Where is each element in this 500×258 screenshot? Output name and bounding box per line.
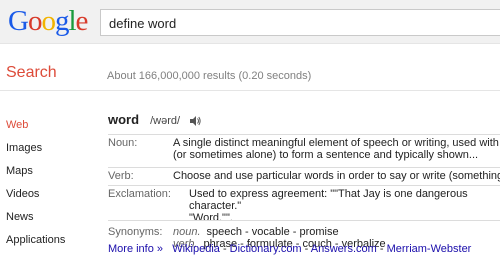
header: Google define word — [0, 0, 500, 44]
exclamation-line-1: Used to express agreement: ""That Jay is… — [189, 188, 468, 212]
search-input[interactable]: define word — [100, 9, 500, 36]
speaker-icon[interactable] — [190, 116, 201, 129]
exclamation-label: Exclamation: — [108, 188, 171, 200]
noun-line-1: A single distinct meaningful element of … — [173, 137, 500, 149]
google-logo[interactable]: Google — [8, 4, 88, 38]
source-links: More info » Wikipedia - Dictionary.com -… — [108, 243, 471, 255]
noun-label: Noun: — [108, 137, 138, 149]
results-count: About 166,000,000 results (0.20 seconds) — [107, 70, 312, 82]
nav-web[interactable]: Web — [6, 119, 65, 142]
synonyms-noun-list: speech - vocable - promise — [206, 226, 339, 238]
wikipedia-link[interactable]: Wikipedia — [172, 243, 220, 255]
verb-row: Verb: Choose and use particular words in… — [108, 167, 500, 185]
nav-applications[interactable]: Applications — [6, 234, 65, 257]
nav-news[interactable]: News — [6, 211, 65, 234]
left-nav: Web Images Maps Videos News Applications — [6, 119, 65, 257]
verb-label: Verb: — [108, 170, 134, 182]
synonyms-label: Synonyms: — [108, 226, 163, 238]
link-separator: - — [301, 243, 311, 255]
more-info-link[interactable]: More info » — [108, 243, 163, 255]
link-separator: - — [376, 243, 387, 255]
exclamation-definition: Used to express agreement: ""That Jay is… — [189, 186, 500, 224]
noun-row: Noun: A single distinct meaningful eleme… — [108, 134, 500, 167]
exclamation-row: Exclamation: Used to express agreement: … — [108, 185, 500, 224]
merriam-webster-link[interactable]: Merriam-Webster — [387, 243, 472, 255]
verb-definition: Choose and use particular words in order… — [173, 170, 500, 182]
synonyms-noun: noun. speech - vocable - promise — [173, 226, 500, 238]
nav-videos[interactable]: Videos — [6, 188, 65, 211]
pronunciation: /wərd/ — [150, 115, 181, 127]
nav-images[interactable]: Images — [6, 142, 65, 165]
synonyms-noun-pos: noun. — [173, 226, 201, 238]
answers-link[interactable]: Answers.com — [311, 243, 377, 255]
search-label: Search — [6, 64, 57, 81]
definition-card: word /wərd/ Noun: A single distinct mean… — [108, 112, 500, 250]
word-line: word /wərd/ — [108, 112, 500, 134]
nav-maps[interactable]: Maps — [6, 165, 65, 188]
link-separator: - — [219, 243, 230, 255]
dictionary-link[interactable]: Dictionary.com — [230, 243, 302, 255]
noun-line-2: (or sometimes alone) to form a sentence … — [173, 149, 479, 161]
noun-definition: A single distinct meaningful element of … — [173, 135, 500, 161]
word-heading: word — [108, 112, 140, 127]
results-bar: Search About 166,000,000 results (0.20 s… — [0, 55, 500, 91]
